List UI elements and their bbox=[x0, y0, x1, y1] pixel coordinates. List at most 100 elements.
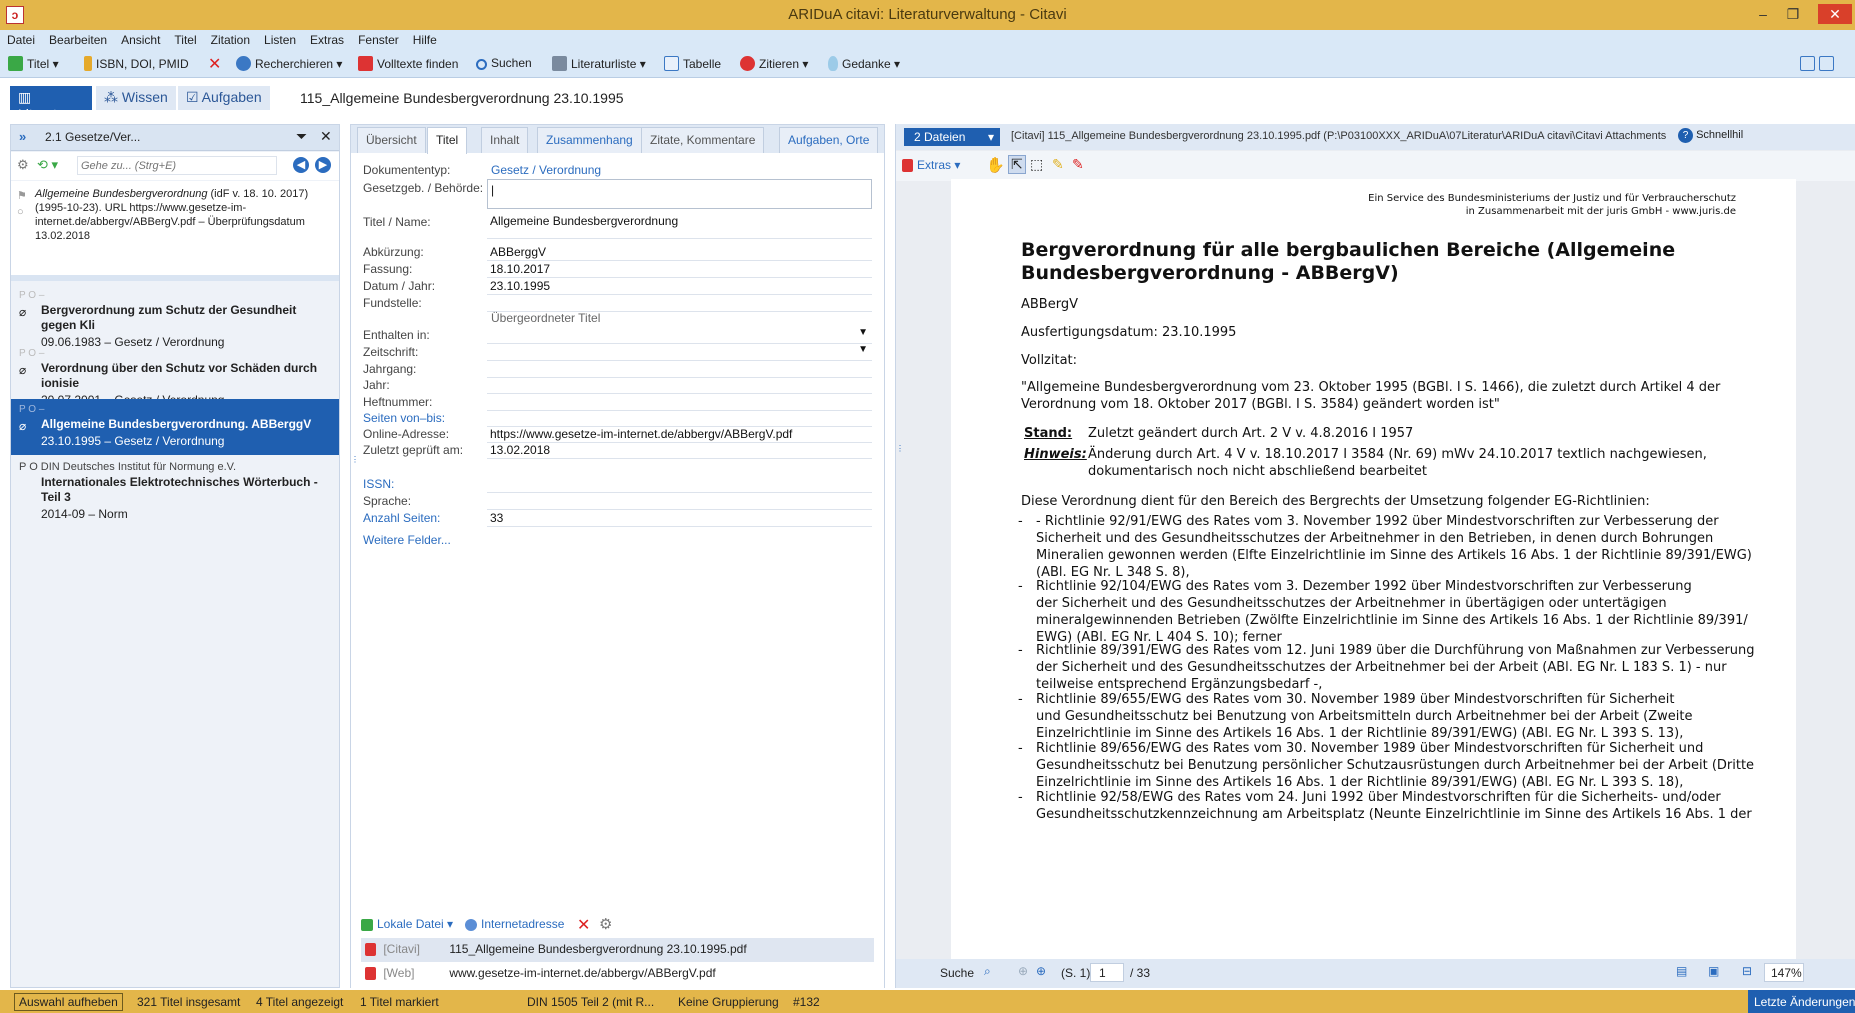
tab-zusammenhang[interactable]: Zusammenhang bbox=[537, 127, 642, 153]
goto-input[interactable] bbox=[77, 156, 277, 175]
menu-ansicht[interactable]: Ansicht bbox=[114, 30, 167, 47]
authority-field[interactable]: | bbox=[487, 179, 872, 209]
literaturliste-button[interactable]: Literaturliste ▾ bbox=[552, 56, 646, 71]
quick-help-button[interactable]: ? Schnellhil bbox=[1678, 128, 1743, 143]
document-type-link[interactable]: Gesetz / Verordnung bbox=[491, 163, 601, 177]
tab-uebersicht[interactable]: Übersicht bbox=[357, 127, 426, 153]
splitter[interactable] bbox=[11, 275, 339, 281]
pages-link[interactable]: Seiten von–bis: bbox=[363, 411, 445, 425]
list-item[interactable]: P O – ⌀ Verordnung über den Schutz vor S… bbox=[11, 343, 339, 407]
wand-icon bbox=[84, 56, 92, 71]
pdf-page: Ein Service des Bundesministeriums der J… bbox=[951, 179, 1796, 959]
minimize-button[interactable]: – bbox=[1750, 4, 1776, 24]
expand-icon[interactable]: » bbox=[19, 129, 26, 144]
page-count-field[interactable]: 33 bbox=[487, 508, 872, 527]
list-item-selected[interactable]: P O – ⌀ Allgemeine Bundesbergverordnung.… bbox=[11, 399, 339, 455]
menu-bearbeiten[interactable]: Bearbeiten bbox=[42, 30, 114, 47]
page-input[interactable]: 1 bbox=[1090, 963, 1124, 982]
gear-icon[interactable]: ⚙ bbox=[599, 915, 612, 933]
notice: Hinweis:Änderung durch Art. 4 V v. 18.10… bbox=[1024, 447, 1707, 479]
suchen-button[interactable]: Suchen bbox=[476, 56, 532, 70]
menu-bar: Datei Bearbeiten Ansicht Titel Zitation Liste… bbox=[0, 30, 1855, 52]
navigation-bar: ▥ Literatur ⁂ Wissen ☑ Aufgaben 115_Allg… bbox=[0, 78, 1855, 122]
files-dropdown[interactable]: 2 Dateien ▾ bbox=[904, 128, 1000, 146]
status-note: Stand: Zuletzt geändert durch Art. 2 V v.… bbox=[1024, 426, 1414, 441]
globe-icon bbox=[465, 919, 477, 931]
menu-extras[interactable]: Extras bbox=[303, 30, 351, 47]
highlighter-icon[interactable]: ✎ bbox=[1052, 156, 1064, 173]
grouping[interactable]: Keine Gruppierung bbox=[678, 995, 779, 1009]
recent-changes-button[interactable]: Letzte Änderungen bbox=[1748, 990, 1855, 1013]
tab-aufgaben[interactable]: ☑ Aufgaben bbox=[178, 86, 270, 110]
last-checked-field[interactable]: 13.02.2018 bbox=[487, 440, 872, 459]
filter-icon[interactable]: ⏷ bbox=[296, 128, 307, 145]
reference-list-panel: » 2.1 Gesetze/Ver... ⏷ ✕ ⚙ ⟲ ▾ ◀ ▶ ⚑ ○ A… bbox=[10, 124, 340, 988]
zoom-input[interactable]: 147% bbox=[1764, 963, 1804, 982]
page-down-icon[interactable]: ⊕ bbox=[1036, 964, 1046, 978]
source-field[interactable] bbox=[487, 293, 872, 312]
list-item[interactable]: P O – ⌀ Bergverordnung zum Schutz der Ge… bbox=[11, 285, 339, 349]
gedanke-button[interactable]: Gedanke ▾ bbox=[828, 56, 900, 71]
layout-icon[interactable] bbox=[1800, 56, 1838, 71]
local-file-button[interactable]: Lokale Datei ▾ bbox=[361, 917, 453, 931]
menu-listen[interactable]: Listen bbox=[257, 30, 303, 47]
menu-fenster[interactable]: Fenster bbox=[351, 30, 406, 47]
close-icon[interactable]: ✕ bbox=[320, 128, 332, 145]
citation-preview: ⚑ ○ Allgemeine Bundesbergverordnung (idF… bbox=[11, 181, 339, 275]
recherchieren-button[interactable]: Recherchieren ▾ bbox=[236, 56, 342, 71]
more-fields-link[interactable]: Weitere Felder... bbox=[363, 533, 451, 547]
new-title-button[interactable]: Titel ▾ bbox=[8, 56, 59, 71]
deselect-button[interactable]: Auswahl aufheben bbox=[14, 993, 123, 1011]
delete-icon[interactable]: ✕ bbox=[208, 54, 221, 74]
next-icon[interactable]: ▶ bbox=[315, 157, 331, 173]
list-item[interactable]: P O DIN Deutsches Institut für Normung e… bbox=[11, 457, 339, 521]
delete-icon[interactable]: ✕ bbox=[577, 915, 590, 935]
hand-tool-icon[interactable]: ✋ bbox=[986, 156, 1005, 174]
goto-bar: ⚙ ⟲ ▾ ◀ ▶ bbox=[11, 152, 339, 180]
isbn-button[interactable]: ISBN, DOI, PMID bbox=[84, 56, 189, 71]
file-path: [Citavi] 115_Allgemeine Bundesbergverord… bbox=[1011, 130, 1666, 142]
select-tool-icon[interactable]: ⇱ bbox=[1008, 155, 1026, 174]
menu-zitation[interactable]: Zitation bbox=[204, 30, 257, 47]
extras-button[interactable]: Extras ▾ bbox=[902, 158, 960, 172]
menu-hilfe[interactable]: Hilfe bbox=[406, 30, 444, 47]
tab-zitate[interactable]: Zitate, Kommentare bbox=[641, 127, 765, 153]
attachment-row[interactable]: [Web] www.gesetze-im-internet.de/abbergv/… bbox=[361, 962, 874, 986]
directive-item: - Richtlinie 92/104/EWG des Rates vom 3. … bbox=[1018, 579, 1748, 645]
preview-header: 2 Dateien ▾ [Citavi] 115_Allgemeine Bunde… bbox=[896, 124, 1855, 150]
fit-width-icon[interactable]: ▣ bbox=[1708, 964, 1719, 978]
tab-aufgaben-orte[interactable]: Aufgaben, Orte bbox=[779, 127, 879, 153]
title-field[interactable]: Allgemeine Bundesbergverordnung bbox=[487, 211, 872, 239]
tabelle-button[interactable]: Tabelle bbox=[664, 56, 721, 71]
restore-button[interactable]: ❐ bbox=[1780, 4, 1806, 24]
attachment-row[interactable]: [Citavi] 115_Allgemeine Bundesbergverordn… bbox=[361, 938, 874, 962]
splitter-handle[interactable]: ⋮ bbox=[351, 455, 359, 495]
gear-icon[interactable]: ⚙ bbox=[17, 157, 29, 173]
fit-page-icon[interactable]: ▤ bbox=[1676, 964, 1687, 978]
zitieren-button[interactable]: Zitieren ▾ bbox=[740, 56, 808, 71]
volltexte-button[interactable]: Volltexte finden bbox=[358, 56, 458, 71]
citation-style[interactable]: DIN 1505 Teil 2 (mit R... bbox=[527, 995, 654, 1009]
issn-link[interactable]: ISSN: bbox=[363, 477, 394, 491]
tab-wissen[interactable]: ⁂ Wissen bbox=[96, 86, 176, 110]
splitter-handle[interactable]: ⋮ bbox=[896, 444, 904, 484]
internet-address-button[interactable]: Internetadresse bbox=[465, 917, 564, 931]
page-label: (S. 1) bbox=[1061, 966, 1091, 980]
current-reference-title: 115_Allgemeine Bundesbergverordnung 23.1… bbox=[300, 90, 624, 106]
category-label: 2.1 Gesetze/Ver... bbox=[45, 130, 141, 144]
menu-datei[interactable]: Datei bbox=[0, 30, 42, 47]
close-window-button[interactable]: ✕ bbox=[1818, 4, 1852, 24]
pen-icon[interactable]: ✎ bbox=[1072, 156, 1084, 173]
tab-titel[interactable]: Titel bbox=[427, 127, 468, 154]
tab-inhalt[interactable]: Inhalt bbox=[481, 127, 529, 153]
rectangle-select-icon[interactable]: ⬚ bbox=[1030, 156, 1043, 173]
tab-literatur[interactable]: ▥ Literatur bbox=[10, 86, 92, 122]
search-icon[interactable]: ⌕ bbox=[984, 964, 991, 979]
page-up-icon[interactable]: ⊕ bbox=[1018, 964, 1028, 978]
document-preview-panel: 2 Dateien ▾ [Citavi] 115_Allgemeine Bunde… bbox=[895, 124, 1855, 988]
refresh-icon[interactable]: ⟲ ▾ bbox=[37, 157, 58, 173]
previous-icon[interactable]: ◀ bbox=[293, 157, 309, 173]
page-count-link[interactable]: Anzahl Seiten: bbox=[363, 511, 440, 525]
menu-titel[interactable]: Titel bbox=[167, 30, 203, 47]
zoom-out-icon[interactable]: ⊟ bbox=[1742, 964, 1752, 978]
